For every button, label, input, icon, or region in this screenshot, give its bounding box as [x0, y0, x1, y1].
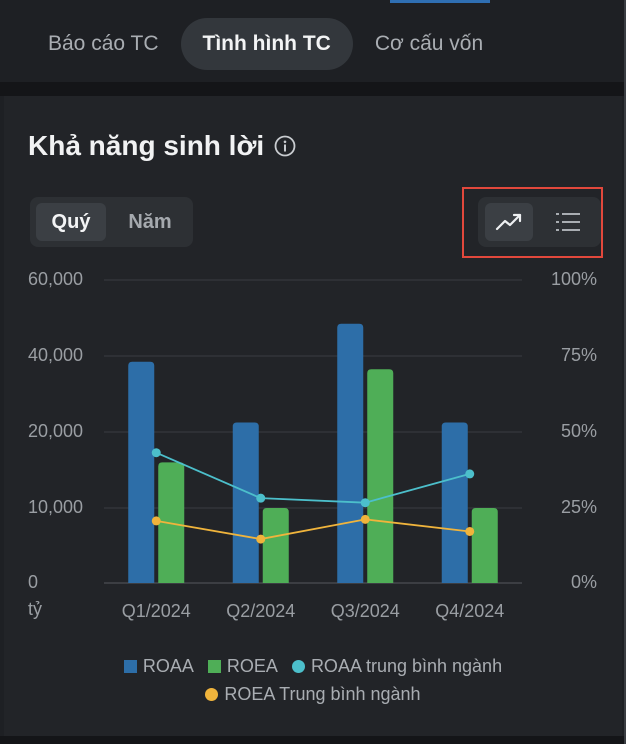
legend-roaa-avg-label: ROAA trung bình ngành	[310, 655, 503, 676]
line-roaa-avg	[155, 451, 470, 504]
section-title: Khả năng sinh lời	[28, 130, 265, 161]
bar-roaa	[232, 422, 259, 583]
y-right-tick-label: 0%	[571, 572, 597, 592]
point-roea-avg	[151, 516, 161, 526]
period-toggle: Quý Năm	[30, 197, 193, 247]
top-tab-bar: Báo cáo TC Tình hình TC Cơ cấu vốn	[0, 0, 626, 82]
legend-roea-avg-label: ROEA Trung bình ngành	[224, 683, 421, 704]
profitability-chart: 60,000 40,000 20,000 10,000 0 tỷ 100% 75% 50% 25%…	[28, 269, 597, 621]
y-right-tick-label: 25%	[561, 497, 597, 517]
legend-roaa-avg[interactable]: ROAA trung bình ngành	[291, 655, 503, 677]
section-header: Khả năng sinh lời	[28, 130, 296, 162]
period-year-button[interactable]: Năm	[114, 203, 186, 241]
chart-legend: ROAA ROEA ROAA trung bình ngành ROEA Tru…	[0, 652, 626, 708]
view-toggle-highlight	[462, 187, 603, 258]
legend-roaa-label: ROAA	[142, 655, 194, 676]
period-quarter-button[interactable]: Quý	[36, 203, 106, 241]
tab-co-cau-von[interactable]: Cơ cấu vốn	[353, 18, 505, 70]
scroll-indicator	[390, 0, 490, 3]
tab-tinh-hinh-tc[interactable]: Tình hình TC	[180, 18, 353, 70]
y-left-tick-label: 10,000	[28, 497, 83, 517]
x-tick-label: Q1/2024	[122, 601, 191, 621]
point-roaa-avg	[151, 448, 161, 458]
section-divider	[0, 82, 626, 96]
bar-roea	[367, 369, 394, 583]
y-right-tick-label: 100%	[551, 269, 597, 289]
bar-roea	[262, 508, 289, 583]
legend-roaa-swatch	[123, 659, 137, 673]
bar-roaa	[441, 422, 468, 583]
legend-roea-label: ROEA	[226, 655, 278, 676]
legend-roaa-avg-swatch	[291, 659, 305, 673]
info-circle-icon[interactable]	[274, 135, 296, 157]
point-roaa-avg	[360, 498, 370, 508]
legend-roea-avg-swatch	[205, 687, 219, 701]
legend-roea-swatch	[207, 659, 221, 673]
y-right-tick-label: 50%	[561, 421, 597, 441]
bar-roaa	[337, 323, 364, 583]
point-roaa-avg	[465, 469, 475, 479]
point-roaa-avg	[256, 493, 266, 503]
y-left-tick-label: 40,000	[28, 345, 83, 365]
legend-roea[interactable]: ROEA	[207, 655, 278, 677]
y-left-tick-label: 60,000	[28, 269, 83, 289]
point-roea-avg	[360, 514, 370, 524]
tab-group: Báo cáo TC Tình hình TC Cơ cấu vốn	[28, 18, 505, 70]
bottom-divider	[0, 736, 626, 744]
bar-roea	[471, 508, 498, 583]
line-roea-avg	[156, 518, 470, 540]
y-right-tick-label: 75%	[561, 345, 597, 365]
tab-bao-cao-tc[interactable]: Báo cáo TC	[28, 18, 181, 70]
legend-roaa[interactable]: ROAA	[123, 655, 194, 677]
y-left-tick-label: 0	[28, 572, 38, 592]
x-tick-label: Q4/2024	[435, 601, 504, 621]
bar-roaa	[128, 361, 155, 583]
legend-roea-avg[interactable]: ROEA Trung bình ngành	[205, 683, 421, 705]
y-left-unit-label: tỷ	[28, 599, 42, 619]
point-roea-avg	[256, 534, 266, 544]
y-left-tick-label: 20,000	[28, 421, 83, 441]
x-tick-label: Q3/2024	[331, 601, 400, 621]
point-roea-avg	[465, 526, 475, 536]
x-tick-label: Q2/2024	[226, 601, 295, 621]
